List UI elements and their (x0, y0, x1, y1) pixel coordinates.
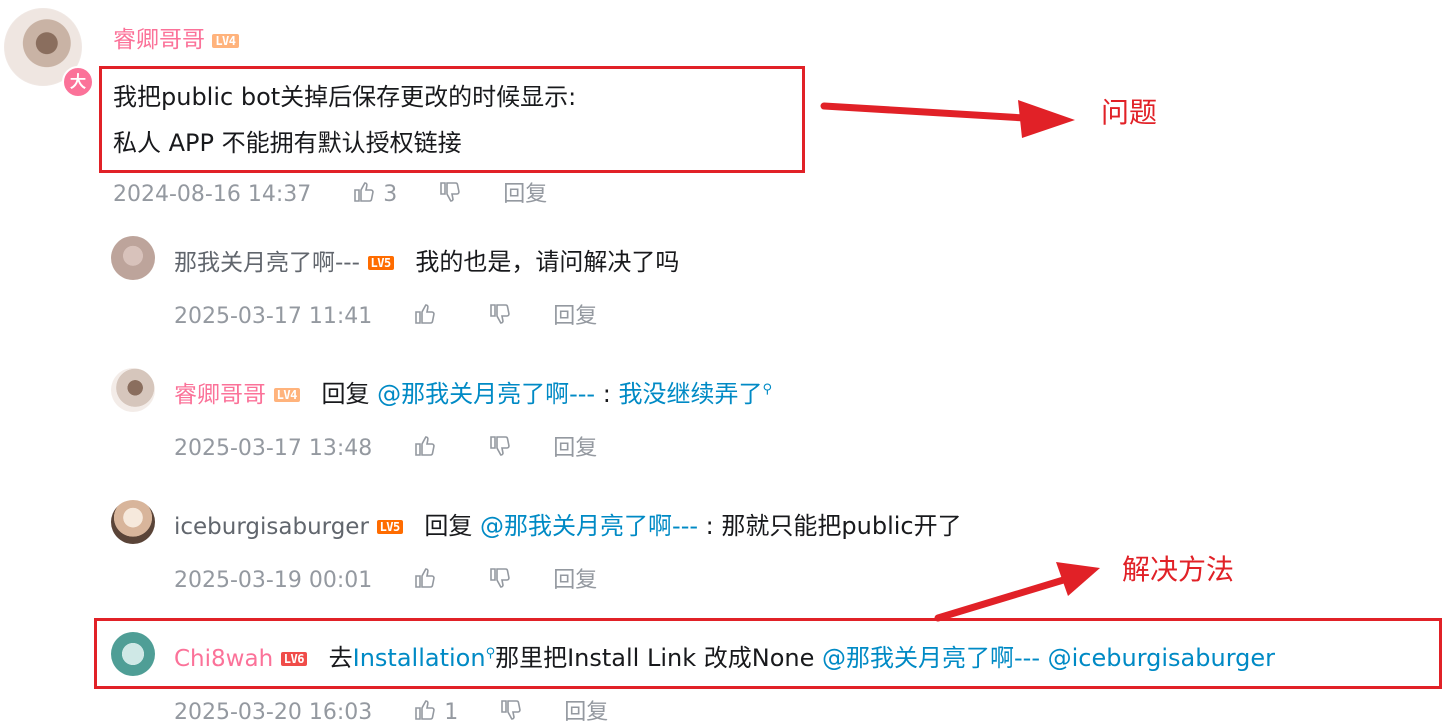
timestamp: 2025-03-19 00:01 (174, 568, 373, 593)
avatar[interactable] (111, 236, 155, 280)
thumbs-up-icon (415, 568, 435, 588)
timestamp: 2025-03-17 11:41 (174, 304, 373, 329)
reply-button[interactable]: 回复 (553, 298, 597, 330)
thumbs-up-icon (415, 436, 435, 456)
reply-prefix: 回复 (424, 512, 473, 540)
thumbs-down-icon (490, 568, 510, 588)
like-button[interactable] (413, 302, 437, 329)
dislike-button[interactable] (488, 434, 512, 461)
like-count: 1 (444, 700, 459, 725)
comment-meta: 2025-03-20 16:03 1 回复 (174, 694, 608, 726)
timestamp: 2025-03-20 16:03 (174, 700, 373, 725)
dislike-button[interactable] (499, 698, 523, 725)
dislike-button[interactable] (488, 302, 512, 329)
installation-link[interactable]: Installation (353, 644, 486, 672)
reply-row: 那我关月亮了啊--- LV5 我的也是，请问解决了吗 (174, 242, 679, 277)
avatar[interactable] (111, 368, 155, 412)
mention-link[interactable]: @那我关月亮了啊--- (377, 380, 595, 408)
thumbs-up-icon (415, 304, 435, 324)
like-button[interactable] (413, 434, 437, 461)
level-badge: LV4 (212, 33, 239, 48)
thumbs-down-icon (501, 700, 521, 720)
timestamp: 2025-03-17 13:48 (174, 436, 373, 461)
search-icon[interactable]: ⚲ (486, 646, 496, 661)
username-text[interactable]: 睿卿哥哥 (113, 27, 205, 53)
reply-row: Chi8wah LV6 去Installation⚲那里把Install Lin… (174, 638, 1275, 673)
reply-text-b: 那里把Install Link 改成None (495, 644, 815, 672)
username[interactable]: 睿卿哥哥 LV4 (113, 20, 239, 54)
reply-button[interactable]: 回复 (553, 562, 597, 594)
username[interactable]: 睿卿哥哥 (174, 382, 266, 408)
reply-text[interactable]: 我没继续弄了 (618, 380, 762, 408)
thumbs-down-icon (490, 304, 510, 324)
user-badge: 大 (62, 66, 94, 98)
like-button[interactable] (413, 566, 437, 593)
level-badge: LV5 (367, 256, 394, 270)
mention-link[interactable]: @那我关月亮了啊--- (480, 512, 698, 540)
like-count: 3 (383, 182, 398, 207)
level-badge: LV5 (376, 520, 403, 534)
comment-meta: 2025-03-19 00:01 回复 (174, 562, 597, 594)
reply-prefix: 回复 (321, 380, 370, 408)
solution-arrow-icon (934, 562, 1100, 622)
username[interactable]: 那我关月亮了啊--- (174, 250, 360, 276)
avatar[interactable] (111, 500, 155, 544)
username[interactable]: iceburgisaburger (174, 514, 369, 540)
dislike-button[interactable] (438, 180, 462, 207)
like-button[interactable]: 3 (352, 180, 397, 207)
separator: : (705, 512, 714, 540)
thumbs-up-icon (415, 700, 435, 720)
comment-meta: 2024-08-16 14:37 3 回复 (113, 176, 547, 208)
timestamp: 2024-08-16 14:37 (113, 182, 312, 207)
thumbs-up-icon (354, 182, 374, 202)
thumbs-down-icon (490, 436, 510, 456)
comment-meta: 2025-03-17 13:48 回复 (174, 430, 597, 462)
reply-text: 我的也是，请问解决了吗 (415, 248, 680, 276)
search-icon[interactable]: ⚲ (762, 382, 772, 397)
reply-text-a: 去 (328, 644, 353, 672)
reply-row: 睿卿哥哥 LV4 回复 @那我关月亮了啊--- : 我没继续弄了⚲ (174, 374, 772, 409)
level-badge: LV6 (280, 652, 307, 666)
reply-button[interactable]: 回复 (553, 430, 597, 462)
problem-label: 问题 (1101, 96, 1158, 129)
level-badge: LV4 (273, 388, 300, 402)
thumbs-down-icon (440, 182, 460, 202)
reply-text: 那就只能把public开了 (721, 512, 962, 540)
reply-button[interactable]: 回复 (564, 694, 608, 726)
comment-text-line2: 私人 APP 不能拥有默认授权链接 (113, 129, 462, 157)
comment-meta: 2025-03-17 11:41 回复 (174, 298, 597, 330)
username[interactable]: Chi8wah (174, 646, 273, 672)
reply-row: iceburgisaburger LV5 回复 @那我关月亮了啊--- : 那就… (174, 506, 962, 541)
mention-link[interactable]: @那我关月亮了啊--- (822, 644, 1040, 672)
mention-link[interactable]: @iceburgisaburger (1048, 644, 1275, 672)
problem-arrow-icon (820, 100, 1075, 138)
comment-text-line1: 我把public bot关掉后保存更改的时候显示: (113, 83, 577, 111)
solution-label: 解决方法 (1122, 553, 1235, 586)
separator: : (602, 380, 611, 408)
avatar[interactable] (111, 632, 155, 676)
dislike-button[interactable] (488, 566, 512, 593)
reply-button[interactable]: 回复 (503, 176, 547, 208)
like-button[interactable]: 1 (413, 698, 458, 725)
